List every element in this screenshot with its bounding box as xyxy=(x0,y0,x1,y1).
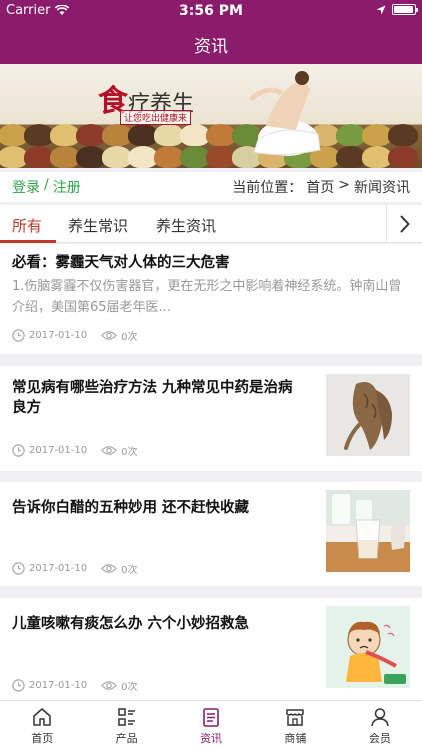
eye-icon xyxy=(101,446,117,455)
article-item[interactable]: 告诉你白醋的五种妙用 还不赶快收藏 2017-01-10 0次 xyxy=(0,482,422,586)
home-icon xyxy=(33,708,51,726)
article-title: 常见病有哪些治疗方法 九种常见中药是治病良方 xyxy=(12,380,293,416)
clock-icon xyxy=(12,329,25,342)
chevron-right-icon xyxy=(400,215,409,233)
article-summary: 1.伤脑雾霾不仅伤害器官，更在无形之中影响着神经系统。钟南山曾介绍，美国第65届… xyxy=(12,279,402,315)
tabbar-item-home[interactable]: 首页 xyxy=(0,701,84,750)
login-link[interactable]: 登录 xyxy=(12,177,40,197)
article-meta: 2017-01-10 0次 xyxy=(12,443,138,458)
article-views: 0次 xyxy=(121,682,138,693)
news-icon xyxy=(203,708,219,727)
tab-all[interactable]: 所有 xyxy=(12,215,42,236)
breadcrumb-home-link[interactable]: 首页 xyxy=(306,177,334,197)
nav-title: 资讯 xyxy=(194,37,228,57)
product-list-icon xyxy=(117,708,135,726)
coughing-child-drawing xyxy=(346,621,406,684)
article-title: 必看：雾霾天气对人体的三大危害 xyxy=(12,255,230,271)
eye-icon xyxy=(101,331,117,340)
article-date-group: 2017-01-10 xyxy=(12,679,87,692)
vinegar-glass-drawing xyxy=(326,490,410,572)
tabbar-label-member: 会员 xyxy=(368,732,391,745)
tabbar-item-member[interactable]: 会员 xyxy=(338,701,422,750)
tabbar-item-news[interactable]: 资讯 xyxy=(169,701,253,750)
tab-health-news[interactable]: 养生资讯 xyxy=(156,215,216,236)
top-bar: Carrier 3:56 PM 资讯 xyxy=(0,0,422,64)
clock-icon xyxy=(12,444,25,457)
tabbar-item-shop[interactable]: 商铺 xyxy=(253,701,337,750)
active-tab-indicator xyxy=(0,240,56,243)
article-views: 0次 xyxy=(121,332,138,343)
clock-icon xyxy=(12,679,25,692)
article-date: 2017-01-10 xyxy=(29,330,88,341)
app-screen: Carrier 3:56 PM 资讯 食疗养生 让您吃出健康来 登录 / 注册 … xyxy=(0,0,422,750)
grain-bowls-decoration xyxy=(0,124,422,168)
article-date: 2017-01-10 xyxy=(29,445,88,456)
article-views-group: 0次 xyxy=(101,561,138,576)
article-views-group: 0次 xyxy=(101,328,138,343)
article-meta: 2017-01-10 0次 xyxy=(12,328,138,343)
breadcrumb-label: 当前位置： xyxy=(232,180,303,196)
login-separator: / xyxy=(44,177,49,193)
breadcrumb-current: 新闻资讯 xyxy=(354,180,410,196)
location-arrow-icon xyxy=(376,5,386,14)
article-meta: 2017-01-10 0次 xyxy=(12,678,138,693)
tabs-more-button[interactable] xyxy=(386,205,422,243)
article-title: 告诉你白醋的五种妙用 还不赶快收藏 xyxy=(12,500,250,516)
ginseng-root-image xyxy=(326,374,410,456)
status-time: 3:56 PM xyxy=(179,3,243,19)
tab-health-knowledge[interactable]: 养生常识 xyxy=(68,215,128,236)
grain-bowl xyxy=(388,124,418,146)
article-item[interactable]: 必看：雾霾天气对人体的三大危害 1.伤脑雾霾不仅伤害器官，更在无形之中影响着神经… xyxy=(0,244,422,354)
banner-subtitle: 让您吃出健康来 xyxy=(120,110,192,125)
vinegar-glass-image xyxy=(326,490,410,572)
shop-icon xyxy=(286,709,305,726)
article-date: 2017-01-10 xyxy=(29,680,88,691)
status-bar: Carrier 3:56 PM xyxy=(0,0,422,22)
coughing-child-illustration xyxy=(326,606,410,688)
article-views: 0次 xyxy=(121,565,138,576)
member-icon xyxy=(371,708,389,727)
eye-icon xyxy=(101,681,117,690)
breadcrumb-arrow: > xyxy=(338,177,350,193)
article-date-group: 2017-01-10 xyxy=(12,329,87,342)
article-views-group: 0次 xyxy=(101,443,138,458)
tabbar-label-home: 首页 xyxy=(31,732,54,745)
breadcrumb: 当前位置： 首页 > 新闻资讯 xyxy=(232,177,410,197)
yoga-figure-illustration xyxy=(249,71,321,156)
register-link[interactable]: 注册 xyxy=(53,177,81,197)
article-meta: 2017-01-10 0次 xyxy=(12,561,138,576)
article-date-group: 2017-01-10 xyxy=(12,444,87,457)
grain-bowl xyxy=(388,146,418,168)
battery-fill xyxy=(394,6,413,13)
article-title: 儿童咳嗽有痰怎么办 六个小妙招救急 xyxy=(12,616,250,632)
article-date-group: 2017-01-10 xyxy=(12,562,87,575)
article-item[interactable]: 常见病有哪些治疗方法 九种常见中药是治病良方 2017-01-10 0次 xyxy=(0,366,422,471)
tabbar-item-products[interactable]: 产品 xyxy=(84,701,168,750)
article-views-group: 0次 xyxy=(101,678,138,693)
battery-icon xyxy=(392,4,418,15)
article-date: 2017-01-10 xyxy=(29,563,88,574)
status-right-group xyxy=(376,4,418,15)
ginseng-root-drawing xyxy=(344,382,392,450)
tabbar-label-shop: 商铺 xyxy=(284,732,307,745)
eye-icon xyxy=(101,564,117,573)
category-tabs: 所有 养生常识 养生资讯 xyxy=(0,205,422,243)
article-item[interactable]: 儿童咳嗽有痰怎么办 六个小妙招救急 2017-01-10 0次 xyxy=(0,598,422,700)
banner-image[interactable]: 食疗养生 让您吃出健康来 xyxy=(0,64,422,168)
article-views: 0次 xyxy=(121,447,138,458)
tabbar-label-news: 资讯 xyxy=(200,732,223,745)
login-register-group: 登录 / 注册 xyxy=(12,177,81,197)
location-bar: 登录 / 注册 当前位置： 首页 > 新闻资讯 xyxy=(0,172,422,202)
tabbar-label-products: 产品 xyxy=(115,732,138,745)
bottom-tab-bar: 首页 产品 资讯 商铺 会员 xyxy=(0,700,422,750)
clock-icon xyxy=(12,562,25,575)
